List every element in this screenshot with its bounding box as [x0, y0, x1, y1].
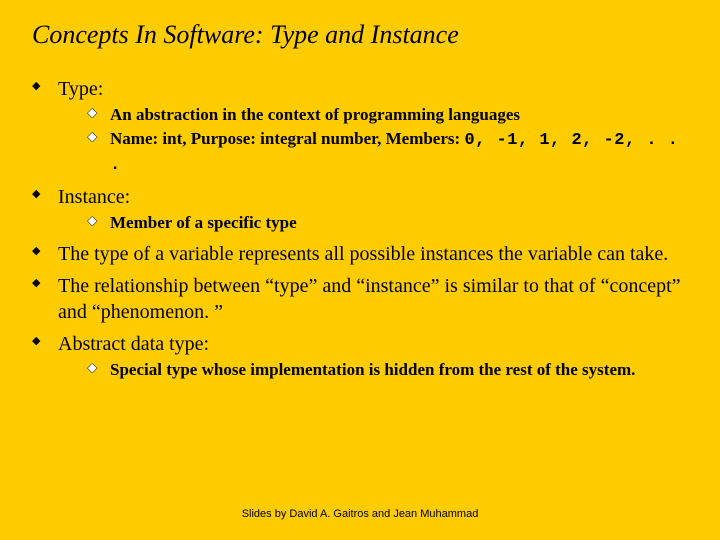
bullet-variable-instances-text: The type of a variable represents all po… [58, 243, 668, 265]
adt-sub-1-text: Special type whose implementation is hid… [110, 360, 635, 379]
bullet-variable-instances: The type of a variable represents all po… [32, 241, 692, 267]
type-sub-1: An abstraction in the context of program… [88, 104, 684, 127]
type-sub-1-text: An abstraction in the context of program… [110, 105, 520, 124]
type-sub-2-label: Name: int, Purpose: integral number, Mem… [110, 129, 464, 148]
bullet-relationship: The relationship between “type” and “ins… [32, 273, 692, 325]
bullet-relationship-text: The relationship between “type” and “ins… [58, 275, 681, 323]
bullet-type: Type: An abstraction in the context of p… [32, 76, 692, 178]
bullet-type-label: Type: [58, 78, 103, 100]
adt-sublist: Special type whose implementation is hid… [58, 359, 692, 382]
footer-credit: Slides by David A. Gaitros and Jean Muha… [0, 508, 720, 520]
bullet-adt: Abstract data type: Special type whose i… [32, 331, 692, 382]
instance-sublist: Member of a specific type [58, 212, 692, 235]
instance-sub-1: Member of a specific type [88, 212, 684, 235]
bullet-instance: Instance: Member of a specific type [32, 184, 692, 235]
adt-sub-1: Special type whose implementation is hid… [88, 359, 684, 382]
type-sub-2: Name: int, Purpose: integral number, Mem… [88, 128, 684, 178]
bullet-instance-label: Instance: [58, 186, 130, 208]
slide: Concepts In Software: Type and Instance … [0, 0, 720, 540]
slide-title: Concepts In Software: Type and Instance [32, 20, 692, 50]
instance-sub-1-text: Member of a specific type [110, 213, 297, 232]
bullet-adt-label: Abstract data type: [58, 333, 209, 355]
type-sublist: An abstraction in the context of program… [58, 104, 692, 178]
content-list: Type: An abstraction in the context of p… [28, 76, 692, 382]
